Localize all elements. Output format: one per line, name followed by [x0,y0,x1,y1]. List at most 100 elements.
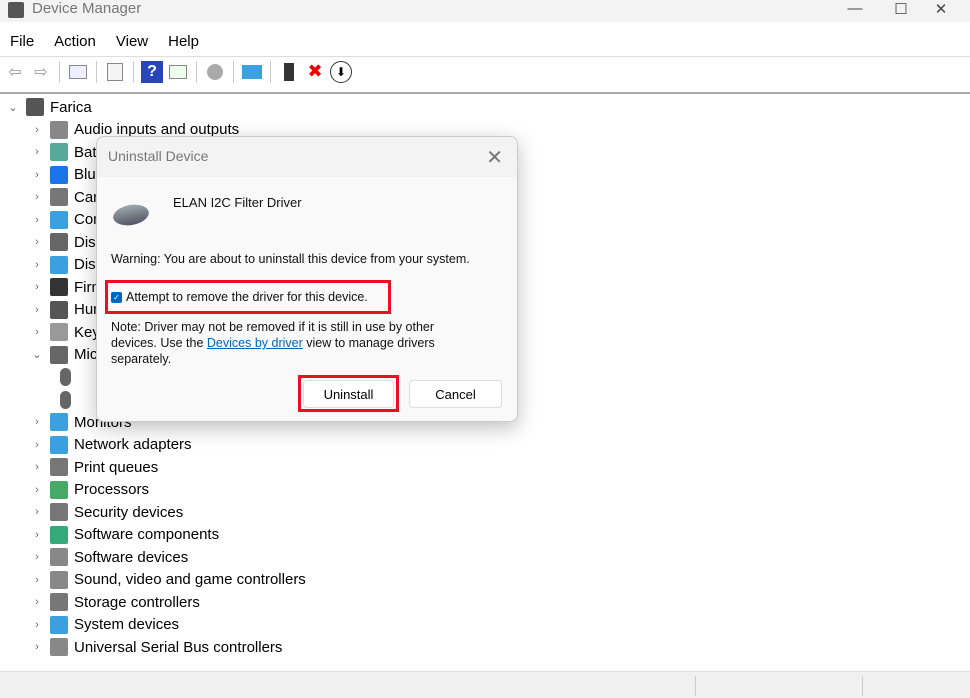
title-bar: Device Manager — ☐ ✕ [0,0,970,22]
chevron-right-icon[interactable]: › [30,529,44,541]
chevron-right-icon[interactable]: › [30,619,44,631]
chevron-right-icon[interactable]: › [30,416,44,428]
chevron-right-icon[interactable]: › [30,439,44,451]
chevron-right-icon[interactable]: › [30,146,44,158]
chevron-right-icon[interactable]: › [30,169,44,181]
menu-bar: File Action View Help [0,30,970,54]
device-name: ELAN I2C Filter Driver [173,195,302,210]
window-title: Device Manager [32,0,142,17]
device-category-icon [50,480,68,499]
chevron-down-icon[interactable]: ⌄ [6,101,20,114]
device-category-icon [50,503,68,522]
menu-action[interactable]: Action [44,30,106,54]
device-category-icon [50,638,68,657]
chevron-right-icon[interactable]: › [30,236,44,248]
dialog-close-button[interactable]: ✕ [486,145,503,170]
remove-driver-checkbox[interactable]: ✓ Attempt to remove the driver for this d… [111,289,368,305]
device-category-icon [50,165,68,184]
back-icon[interactable]: ⇦ [4,61,26,83]
checkbox-label: Attempt to remove the driver for this de… [126,290,368,304]
device-category-icon [50,615,68,634]
device-category-icon [50,525,68,544]
tree-item[interactable]: › Print queues [0,456,306,479]
device-category-icon [50,323,68,342]
tree-item-label: Security devices [74,503,184,521]
menu-view[interactable]: View [106,30,158,54]
mouse-icon [111,202,151,228]
device-category-icon [50,548,68,567]
device-category-icon [50,120,68,139]
menu-file[interactable]: File [0,30,44,54]
device-category-icon [50,300,68,319]
device-category-icon [60,368,71,387]
show-action-pane-icon[interactable] [167,61,189,83]
device-category-icon [50,435,68,454]
device-category-icon [50,188,68,207]
chevron-right-icon[interactable]: › [30,304,44,316]
close-button[interactable]: ✕ [918,0,964,18]
computer-icon [26,98,44,117]
update-driver-icon[interactable] [204,61,226,83]
chevron-down-icon[interactable]: ⌄ [30,348,44,361]
device-category-icon [50,593,68,612]
properties-icon[interactable] [104,61,126,83]
device-category-icon [50,278,68,297]
chevron-right-icon[interactable]: › [30,461,44,473]
enable-device-icon[interactable] [278,61,300,83]
tree-item-label: Universal Serial Bus controllers [74,638,283,656]
tree-item-label: Processors [74,481,150,499]
chevron-right-icon[interactable]: › [30,506,44,518]
chevron-right-icon[interactable]: › [30,641,44,653]
uninstall-device-icon[interactable]: ✖ [304,61,326,83]
chevron-right-icon[interactable]: › [30,259,44,271]
device-category-icon [50,458,68,477]
cancel-button[interactable]: Cancel [409,380,502,408]
tree-item[interactable]: › Network adapters [0,434,306,457]
chevron-right-icon[interactable]: › [30,484,44,496]
tree-item[interactable]: › Sound, video and game controllers [0,569,306,592]
tree-item-label: Sound, video and game controllers [74,571,306,589]
device-category-icon [50,255,68,274]
minimize-button[interactable]: — [832,0,878,17]
chevron-right-icon[interactable]: › [30,281,44,293]
device-manager-icon [8,2,24,18]
uninstall-device-dialog: Uninstall Device ✕ ELAN I2C Filter Drive… [96,136,518,422]
tree-item[interactable]: › Software components [0,524,306,547]
menu-help[interactable]: Help [158,30,209,54]
chevron-right-icon[interactable]: › [30,191,44,203]
tree-item[interactable]: › Storage controllers [0,591,306,614]
chevron-right-icon[interactable]: › [30,551,44,563]
device-category-icon [50,210,68,229]
show-hide-console-tree-icon[interactable] [67,61,89,83]
download-icon[interactable]: ⬇ [330,60,352,83]
chevron-right-icon[interactable]: › [30,574,44,586]
note-text: Note: Driver may not be removed if it is… [111,320,435,366]
checkbox-checked-icon[interactable]: ✓ [111,292,122,304]
help-icon[interactable]: ? [141,60,163,83]
device-category-icon [50,143,68,162]
tree-item-label: Storage controllers [74,593,200,611]
device-category-icon [60,390,71,409]
devices-by-driver-link[interactable]: Devices by driver [207,336,303,350]
warning-text: Warning: You are about to uninstall this… [111,252,470,266]
tree-item[interactable]: › Software devices [0,546,306,569]
chevron-right-icon[interactable]: › [30,326,44,338]
tree-item[interactable]: › System devices [0,614,306,637]
tree-item-label: System devices [74,616,180,634]
tree-item[interactable]: › Security devices [0,501,306,524]
status-bar [0,671,970,698]
root-label: Farica [50,98,92,116]
chevron-right-icon[interactable]: › [30,124,44,136]
forward-icon[interactable]: ⇨ [30,61,52,83]
scan-hardware-icon[interactable] [241,61,263,83]
chevron-right-icon[interactable]: › [30,596,44,608]
device-category-icon [50,413,68,432]
tree-item[interactable]: › Universal Serial Bus controllers [0,636,306,659]
chevron-right-icon[interactable]: › [30,214,44,226]
device-category-icon [50,345,68,364]
tree-root[interactable]: ⌄ Farica [0,96,306,119]
tree-item-label: Software devices [74,548,189,566]
device-category-icon [50,233,68,252]
tree-item[interactable]: › Processors [0,479,306,502]
uninstall-button[interactable]: Uninstall [303,380,394,408]
